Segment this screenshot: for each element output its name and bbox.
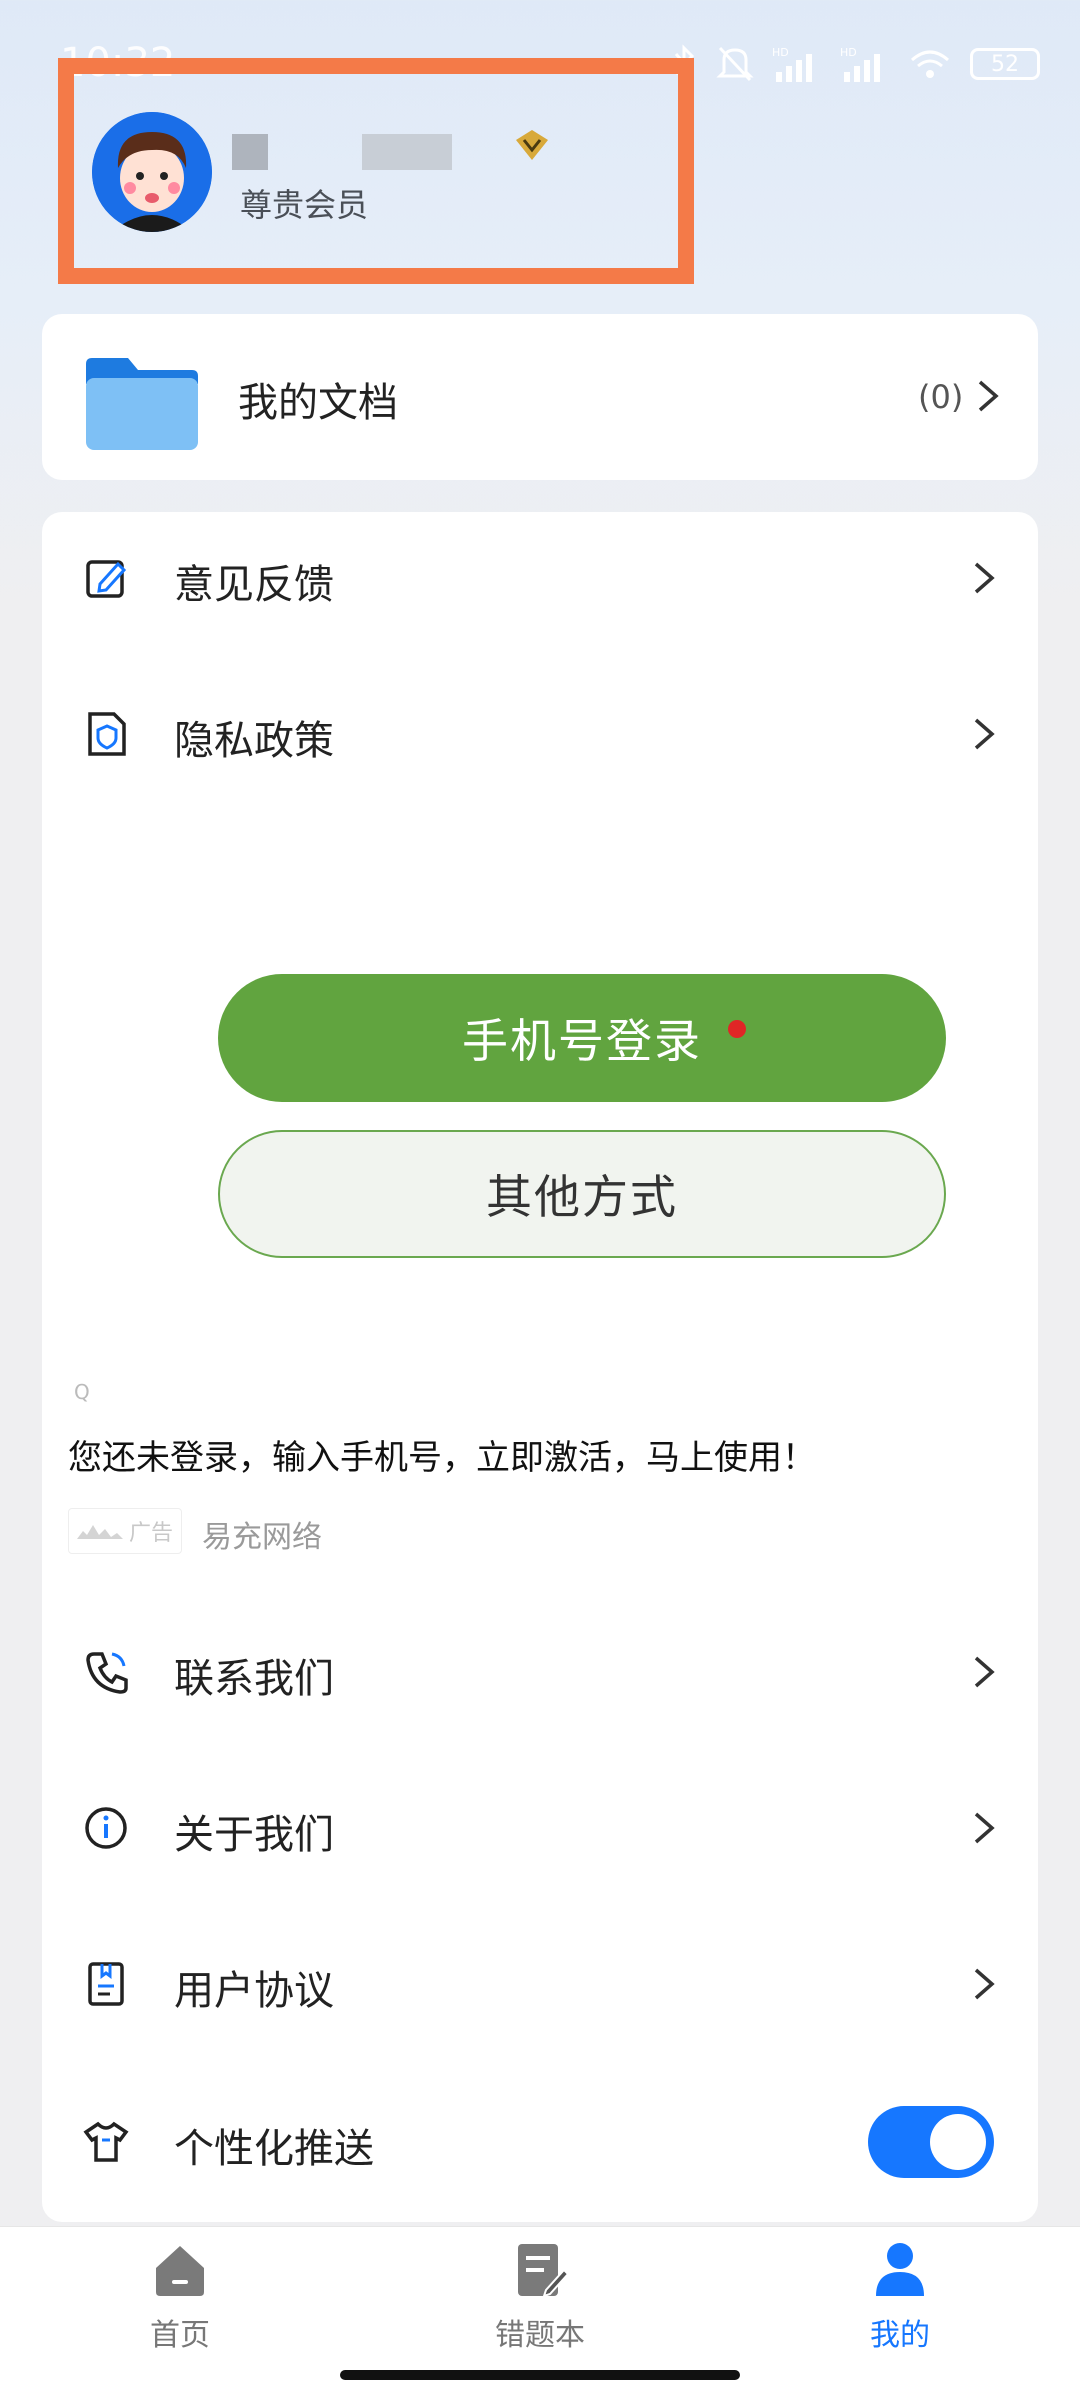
tshirt-icon bbox=[83, 2121, 129, 2162]
menu-item-label: 关于我们 bbox=[174, 1812, 334, 1858]
mute-icon bbox=[716, 46, 754, 82]
home-icon bbox=[156, 2246, 204, 2296]
tab-label: 我的 bbox=[870, 2318, 930, 2353]
chevron-right-icon bbox=[974, 1812, 995, 1844]
document-shield-icon bbox=[88, 712, 126, 756]
folder-icon bbox=[86, 358, 198, 450]
notification-dot bbox=[728, 1020, 746, 1038]
menu-item-agreement[interactable]: 用户协议 bbox=[42, 1936, 1038, 2032]
chevron-right-icon bbox=[974, 1968, 995, 2000]
home-indicator bbox=[340, 2370, 740, 2380]
menu-item-contact[interactable]: 联系我们 bbox=[42, 1624, 1038, 1720]
redaction-block bbox=[362, 134, 452, 170]
my-documents-title: 我的文档 bbox=[238, 380, 398, 426]
status-icons: HD HD 52 bbox=[672, 44, 1040, 84]
battery-level: 52 bbox=[991, 51, 1019, 77]
phone-icon bbox=[86, 1652, 128, 1694]
menu-item-label: 隐私政策 bbox=[174, 718, 334, 764]
personalized-push-toggle[interactable] bbox=[868, 2106, 994, 2178]
chevron-right-icon bbox=[978, 380, 999, 412]
phone-login-button[interactable]: 手机号登录 bbox=[218, 974, 946, 1102]
hd-signal-icon: HD bbox=[772, 46, 812, 82]
documents-count: (0) bbox=[918, 378, 964, 416]
tab-label: 首页 bbox=[150, 2318, 210, 2353]
menu-item-label: 个性化推送 bbox=[174, 2126, 374, 2172]
redaction-block bbox=[232, 134, 268, 170]
tab-home[interactable]: 首页 bbox=[90, 2240, 270, 2360]
svg-text:HD: HD bbox=[772, 46, 789, 59]
toggle-knob bbox=[930, 2114, 986, 2170]
svg-text:HD: HD bbox=[840, 46, 857, 59]
tab-wrong-questions[interactable]: 错题本 bbox=[450, 2240, 630, 2360]
menu-item-about[interactable]: 关于我们 bbox=[42, 1780, 1038, 1876]
chevron-right-icon bbox=[974, 718, 995, 750]
menu-item-privacy[interactable]: 隐私政策 bbox=[42, 686, 1038, 782]
vip-diamond-icon bbox=[516, 130, 548, 160]
member-level-label: 尊贵会员 bbox=[240, 186, 369, 224]
menu-item-feedback[interactable]: 意见反馈 bbox=[42, 530, 1038, 626]
ad-logo-icon bbox=[77, 1525, 123, 1539]
tab-mine[interactable]: 我的 bbox=[810, 2240, 990, 2360]
menu-item-label: 意见反馈 bbox=[174, 562, 334, 608]
username-redacted bbox=[232, 134, 452, 170]
tab-label: 错题本 bbox=[495, 2318, 585, 2353]
agreement-document-icon bbox=[88, 1962, 124, 2006]
notebook-icon bbox=[518, 2244, 570, 2298]
battery-icon: 52 bbox=[970, 48, 1040, 80]
ad-tag-label: 广告 bbox=[129, 1521, 174, 1546]
avatar[interactable] bbox=[92, 112, 212, 232]
info-icon bbox=[85, 1807, 127, 1849]
menu-item-label: 用户协议 bbox=[174, 1968, 334, 2014]
ad-source: 易充网络 bbox=[202, 1520, 322, 1555]
ad-marker: Q bbox=[74, 1380, 90, 1404]
chevron-right-icon bbox=[974, 1656, 995, 1688]
edit-icon bbox=[86, 560, 127, 598]
ad-text[interactable]: 您还未登录，输入手机号，立即激活，马上使用！ bbox=[68, 1430, 816, 1479]
other-login-button[interactable]: 其他方式 bbox=[218, 1130, 946, 1258]
hd-signal-icon: HD bbox=[840, 46, 880, 82]
chevron-right-icon bbox=[974, 562, 995, 594]
ad-tag: 广告 bbox=[68, 1508, 182, 1554]
person-icon bbox=[876, 2243, 924, 2296]
wifi-icon bbox=[911, 50, 949, 78]
avatar-face-icon bbox=[92, 112, 212, 232]
menu-item-label: 联系我们 bbox=[174, 1656, 334, 1702]
